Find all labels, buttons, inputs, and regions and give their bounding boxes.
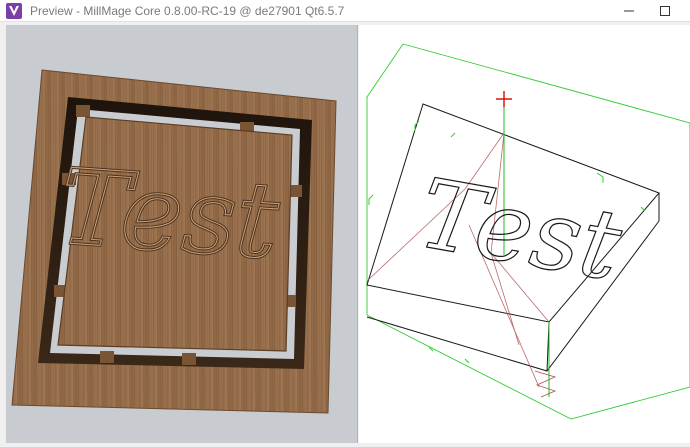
title-bar: Preview - MillMage Core 0.8.00-RC-19 @ d… bbox=[0, 0, 690, 22]
minimize-icon bbox=[624, 10, 634, 12]
maximize-icon bbox=[660, 6, 670, 16]
engraved-text-highlight: Test bbox=[56, 146, 282, 283]
millmage-logo-icon bbox=[6, 2, 22, 19]
toolpath-text: Test bbox=[411, 157, 629, 302]
rendered-preview-canvas: Test Test bbox=[11, 69, 337, 414]
origin-marker-icon bbox=[496, 91, 512, 107]
client-area: Test Test Test bbox=[0, 22, 690, 447]
toolpath-canvas: Test bbox=[366, 43, 690, 420]
rendered-preview-viewport[interactable]: Test Test bbox=[6, 25, 358, 443]
window-title: Preview - MillMage Core 0.8.00-RC-19 @ d… bbox=[30, 3, 345, 18]
toolpath-preview-viewport[interactable]: Test bbox=[359, 25, 690, 443]
minimize-button[interactable] bbox=[612, 0, 646, 22]
maximize-button[interactable] bbox=[648, 0, 682, 22]
